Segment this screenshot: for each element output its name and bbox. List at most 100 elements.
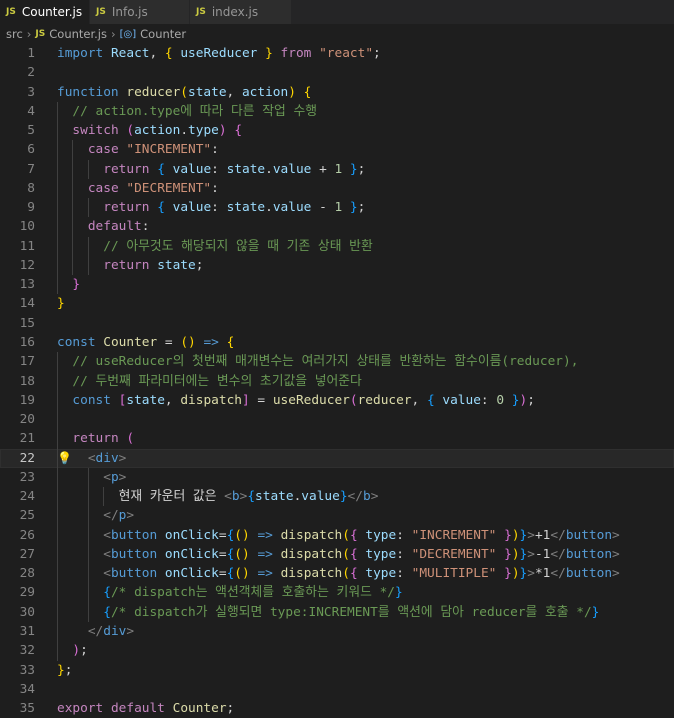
code-token: onClick	[164, 527, 219, 543]
code-token: {	[226, 334, 235, 350]
code-line[interactable]: 3 function reducer(state, action) {	[0, 83, 674, 102]
code-token: reducer	[126, 84, 181, 100]
code-token: (	[180, 84, 189, 100]
code-line[interactable]: 28 <button onClick={() => dispatch({ typ…	[0, 564, 674, 584]
code-line[interactable]: 2	[0, 63, 674, 82]
code-text: // action.type에 따라 다른 작업 수행	[57, 102, 317, 121]
code-line[interactable]: 8 case "DECREMENT":	[0, 178, 674, 199]
code-token: export	[57, 701, 104, 717]
code-token: (	[234, 527, 242, 543]
code-line[interactable]: 35 export default Counter;	[0, 699, 674, 718]
code-line[interactable]: 9 return { value: state.value - 1 };	[0, 198, 674, 218]
tab-index-js[interactable]: JS index.js	[190, 0, 292, 24]
code-token: (	[234, 546, 242, 562]
code-token: +	[311, 161, 335, 177]
lightbulb-icon[interactable]: 💡	[57, 449, 72, 468]
breadcrumb-folder[interactable]: src	[6, 27, 23, 41]
code-token: dispatch	[280, 566, 343, 582]
code-token: "INCREMENT"	[411, 527, 497, 543]
code-token: {	[157, 161, 165, 177]
code-token: =>	[203, 334, 219, 350]
code-token: }	[339, 489, 348, 505]
code-token: :	[211, 161, 227, 177]
code-line[interactable]: 21 return (	[0, 429, 674, 449]
code-line[interactable]: 30 {/* dispatch가 실행되면 type:INCREMENT를 액션…	[0, 602, 674, 622]
code-line[interactable]: 26 <button onClick={() => dispatch({ typ…	[0, 525, 674, 545]
line-number: 25	[19, 508, 35, 524]
code-line[interactable]: 17 // useReducer의 첫번째 매개변수는 여러가지 상태를 반환하…	[0, 352, 674, 372]
code-token: (	[349, 392, 358, 408]
code-token: dispatch	[280, 527, 343, 543]
line-number: 5	[27, 123, 35, 139]
code-line[interactable]: 6 case "INCREMENT":	[0, 140, 674, 160]
code-line[interactable]: 15	[0, 314, 674, 333]
code-line[interactable]: 29 {/* dispatch는 액션객체를 호출하는 키워드 */}	[0, 583, 674, 603]
code-line[interactable]: 25 </p>	[0, 506, 674, 526]
code-token: }	[349, 161, 358, 177]
code-line[interactable]: 12 return state;	[0, 255, 674, 276]
code-line[interactable]: 22 <div> 💡	[0, 448, 674, 468]
code-token: =	[218, 566, 227, 582]
code-line[interactable]: 7 return { value: state.value + 1 };	[0, 159, 674, 179]
code-token: {	[349, 546, 358, 562]
breadcrumb-file[interactable]: Counter.js	[49, 27, 107, 41]
breadcrumb-symbol[interactable]: Counter	[140, 27, 186, 41]
code-token: <	[224, 489, 232, 505]
chevron-right-icon: ›	[26, 27, 32, 41]
code-line[interactable]: 31 </div>	[0, 621, 674, 642]
code-line[interactable]: 34	[0, 680, 674, 699]
code-token: )	[242, 546, 250, 562]
code-token: return	[103, 161, 150, 177]
code-line[interactable]: 11 // 아무것도 해당되지 않을 때 기존 상태 반환	[0, 236, 674, 256]
code-line[interactable]: 27 <button onClick={() => dispatch({ typ…	[0, 544, 674, 565]
code-line[interactable]: 5 switch (action.type) {	[0, 121, 674, 141]
code-token: button	[565, 566, 613, 582]
code-line[interactable]: 20	[0, 410, 674, 430]
code-line[interactable]: 32 );	[0, 641, 674, 661]
code-line[interactable]: 19 const [state, dispatch] = useReducer(…	[0, 390, 674, 411]
code-line[interactable]: 33};	[0, 661, 674, 680]
code-token: {	[426, 392, 435, 408]
tab-info-js[interactable]: JS Info.js	[90, 0, 190, 24]
line-number: 31	[19, 623, 35, 639]
code-token: )	[242, 527, 250, 543]
code-line[interactable]: 24 현재 카운터 값은 <b>{state.value}</b>	[0, 487, 674, 507]
code-token: function	[57, 84, 119, 100]
code-token: Counter	[172, 701, 227, 717]
code-token: button	[565, 546, 613, 562]
code-line[interactable]: 4 // action.type에 따라 다른 작업 수행	[0, 101, 674, 122]
code-text: }	[57, 275, 80, 294]
code-token: =	[218, 527, 227, 543]
code-line[interactable]: 10 default:	[0, 217, 674, 237]
code-line[interactable]: 23 <p>	[0, 467, 674, 488]
code-token: )	[242, 566, 250, 582]
code-token: dispatch	[280, 546, 343, 562]
code-token: .	[265, 161, 273, 177]
code-token: case	[87, 142, 119, 158]
code-token: )	[288, 84, 296, 100]
code-token: {	[349, 527, 358, 543]
code-line[interactable]: 18 // 두번째 파라미터에는 변수의 초기값을 넣어준다	[0, 371, 674, 391]
code-line[interactable]: 13 }	[0, 275, 674, 295]
code-text: function reducer(state, action) {	[57, 83, 311, 102]
line-number: 12	[19, 257, 35, 273]
code-token: ,	[411, 392, 427, 408]
tab-counter-js[interactable]: JS Counter.js ✕	[0, 0, 102, 24]
code-token: 0	[496, 392, 505, 408]
code-token: )	[218, 123, 227, 139]
code-line[interactable]: 1 import React, { useReducer } from "reac…	[0, 44, 674, 63]
code-token: {	[247, 489, 256, 505]
code-editor[interactable]: 1 import React, { useReducer } from "reac…	[0, 44, 674, 718]
code-token: button	[110, 566, 158, 582]
code-token: default	[87, 219, 142, 235]
code-line[interactable]: 14}	[0, 294, 674, 313]
line-number: 34	[19, 681, 35, 697]
code-line[interactable]: 16 const Counter = () => {	[0, 333, 674, 352]
code-token: onClick	[164, 546, 219, 562]
